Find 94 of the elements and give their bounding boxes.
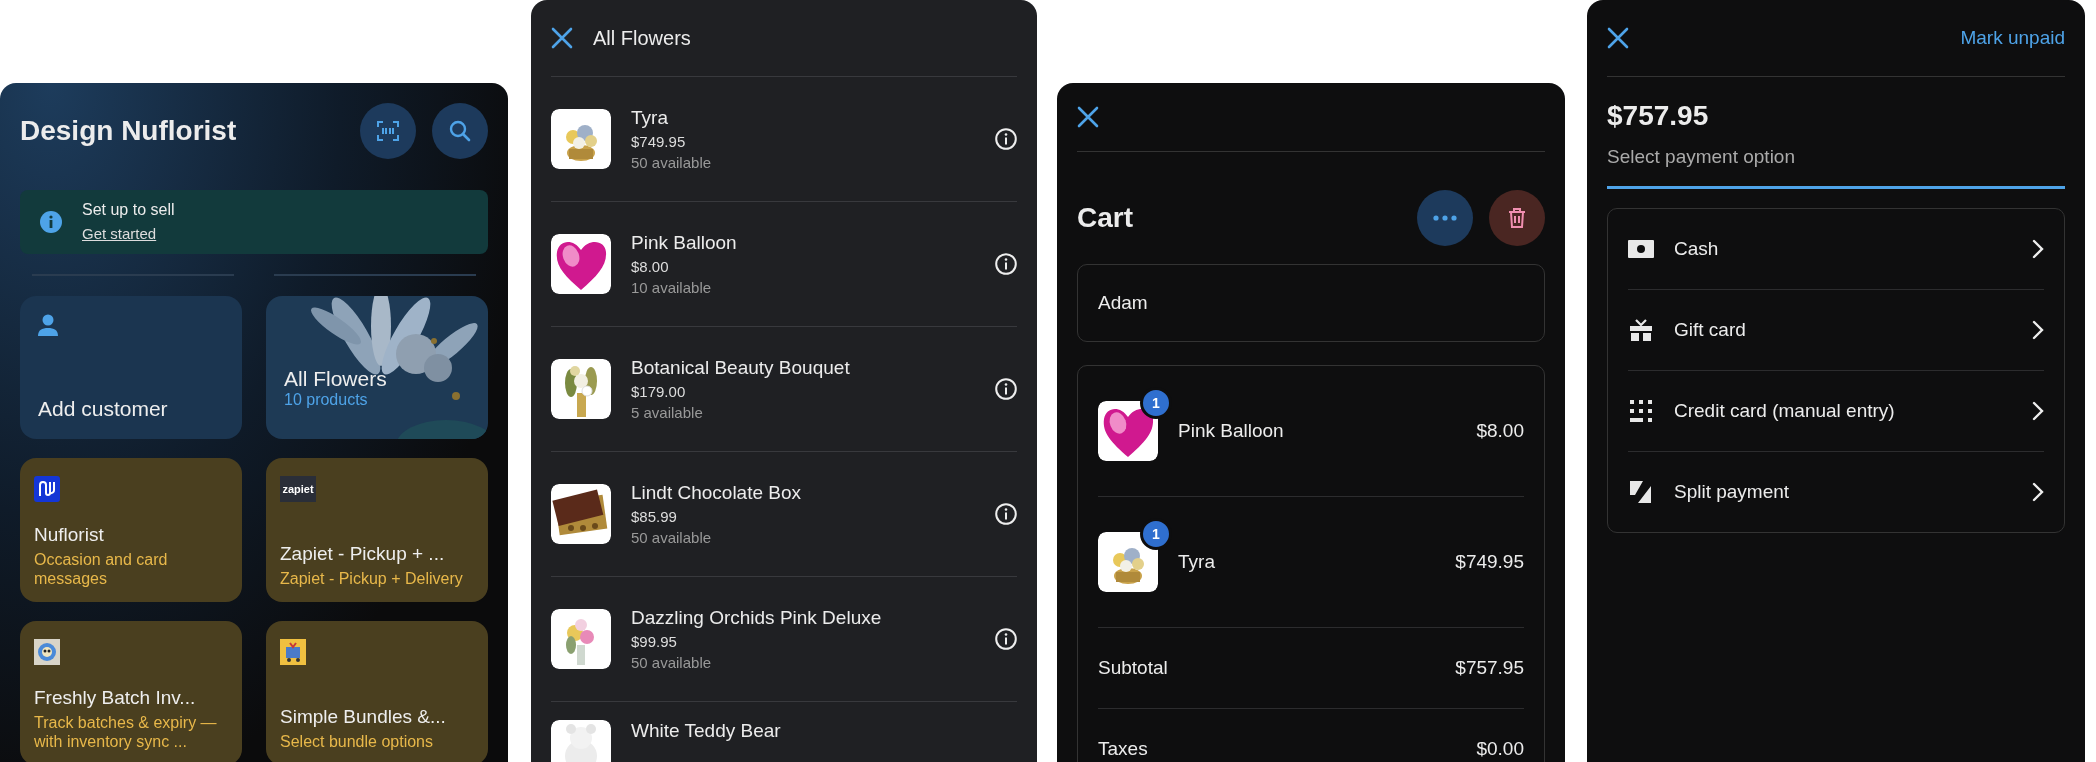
chevron-right-icon <box>2032 320 2044 340</box>
info-button[interactable] <box>995 378 1017 400</box>
product-price: $179.00 <box>631 383 687 400</box>
close-button[interactable] <box>1607 27 1629 49</box>
app-tile[interactable]: Freshly Batch Inv... Track batches & expiry —with inventory sync ... <box>20 621 242 762</box>
product-stock: 50 available <box>631 154 713 171</box>
total-value: $757.95 <box>1455 657 1524 679</box>
total-label: Subtotal <box>1098 657 1168 679</box>
product-stock: 10 available <box>631 279 713 296</box>
amount-due: $757.95 <box>1607 100 1710 132</box>
product-name: Botanical Beauty Bouquet <box>631 357 851 379</box>
product-name: Lindt Chocolate Box <box>631 482 803 504</box>
payment-option[interactable]: Split payment <box>1674 481 2012 503</box>
info-button[interactable] <box>995 503 1017 525</box>
chevron-right-icon <box>2032 401 2044 421</box>
quantity-badge: 1 <box>1140 387 1172 419</box>
chevron-right-icon <box>2032 482 2044 502</box>
product-stock: 5 available <box>631 404 704 421</box>
app-logo: zapiet <box>280 476 316 502</box>
info-icon <box>40 211 62 233</box>
more-button[interactable] <box>1417 190 1473 246</box>
product-name: Dazzling Orchids Pink Deluxe <box>631 607 883 629</box>
close-button[interactable] <box>551 27 573 49</box>
app-title: Design Nuflorist <box>20 115 238 147</box>
app-description: Track batches & expiry —with inventory sync ... <box>34 712 218 751</box>
trash-icon <box>1508 208 1526 228</box>
payment-subtitle: Select payment option <box>1607 146 1796 168</box>
more-icon <box>1433 215 1457 221</box>
payment-option[interactable]: Credit card (manual entry) <box>1674 400 2012 422</box>
close-icon <box>1077 106 1099 128</box>
info-icon <box>995 503 1017 525</box>
add-customer-tile[interactable]: Add customer <box>20 296 242 439</box>
tile-subtitle: 10 products <box>284 391 369 409</box>
info-icon <box>995 378 1017 400</box>
app-tile[interactable]: zapiet Zapiet - Pickup + ... Zapiet - Pickup + Delivery <box>266 458 488 602</box>
info-icon <box>995 128 1017 150</box>
item-price: $8.00 <box>1476 420 1524 442</box>
product-price: $8.00 <box>631 258 670 275</box>
split-icon <box>1629 480 1653 504</box>
collection-tile[interactable]: All Flowers 10 products <box>266 296 488 439</box>
product-name: Pink Balloon <box>631 232 738 254</box>
info-icon <box>995 253 1017 275</box>
close-button[interactable] <box>1077 106 1099 128</box>
item-price: $749.95 <box>1455 551 1524 573</box>
mark-unpaid-button[interactable]: Mark unpaid <box>1960 27 2065 49</box>
app-description: Select bundle options <box>280 731 434 751</box>
app-logo-icon <box>280 639 306 665</box>
payment-option[interactable]: Cash <box>1674 238 2012 260</box>
product-name: White Teddy Bear <box>631 720 782 742</box>
tile-label: All Flowers <box>284 367 387 390</box>
customer-field[interactable]: Adam <box>1077 264 1545 342</box>
info-icon <box>995 628 1017 650</box>
product-price: $99.95 <box>631 633 678 650</box>
scan-icon <box>377 121 399 141</box>
delete-button[interactable] <box>1489 190 1545 246</box>
screen-title: All Flowers <box>593 26 691 50</box>
app-logo-icon <box>34 639 60 665</box>
close-icon <box>551 27 573 49</box>
close-icon <box>1607 27 1629 49</box>
app-tile[interactable]: Nuflorist Occasion and card messages <box>20 458 242 602</box>
product-stock: 50 available <box>631 529 713 546</box>
info-button[interactable] <box>995 128 1017 150</box>
total-value: $0.00 <box>1476 738 1524 760</box>
search-icon <box>449 120 471 142</box>
search-button[interactable] <box>432 103 488 159</box>
app-name: Freshly Batch Inv... <box>34 686 197 709</box>
total-label: Taxes <box>1098 738 1148 760</box>
product-name: Tyra <box>631 107 669 129</box>
product-stock: 50 available <box>631 654 713 671</box>
cart-title: Cart <box>1077 202 1134 234</box>
payment-option[interactable]: Gift card <box>1674 319 2012 341</box>
banner-title: Set up to sell <box>82 201 175 219</box>
app-description: Occasion and card messages <box>34 549 169 588</box>
info-button[interactable] <box>995 628 1017 650</box>
app-tile[interactable]: Simple Bundles &... Select bundle options <box>266 621 488 762</box>
tile-label: Add customer <box>38 397 169 421</box>
chevron-right-icon <box>2032 239 2044 259</box>
info-button[interactable] <box>995 253 1017 275</box>
app-name: Simple Bundles &... <box>280 705 447 728</box>
get-started-link[interactable]: Get started <box>82 225 157 242</box>
app-name: Zapiet - Pickup + ... <box>280 542 446 565</box>
cash-icon <box>1628 240 1654 258</box>
app-name: Nuflorist <box>34 523 105 546</box>
item-name: Pink Balloon <box>1178 420 1285 442</box>
keypad-icon <box>1629 399 1653 423</box>
item-name: Tyra <box>1178 551 1216 573</box>
quantity-badge: 1 <box>1140 518 1172 550</box>
product-price: $749.95 <box>631 133 687 150</box>
person-icon <box>38 314 58 336</box>
product-price: $85.99 <box>631 508 678 525</box>
scan-button[interactable] <box>360 103 416 159</box>
app-logo-icon <box>34 476 60 502</box>
app-description: Zapiet - Pickup + Delivery <box>280 568 464 588</box>
gift-icon <box>1629 318 1653 342</box>
